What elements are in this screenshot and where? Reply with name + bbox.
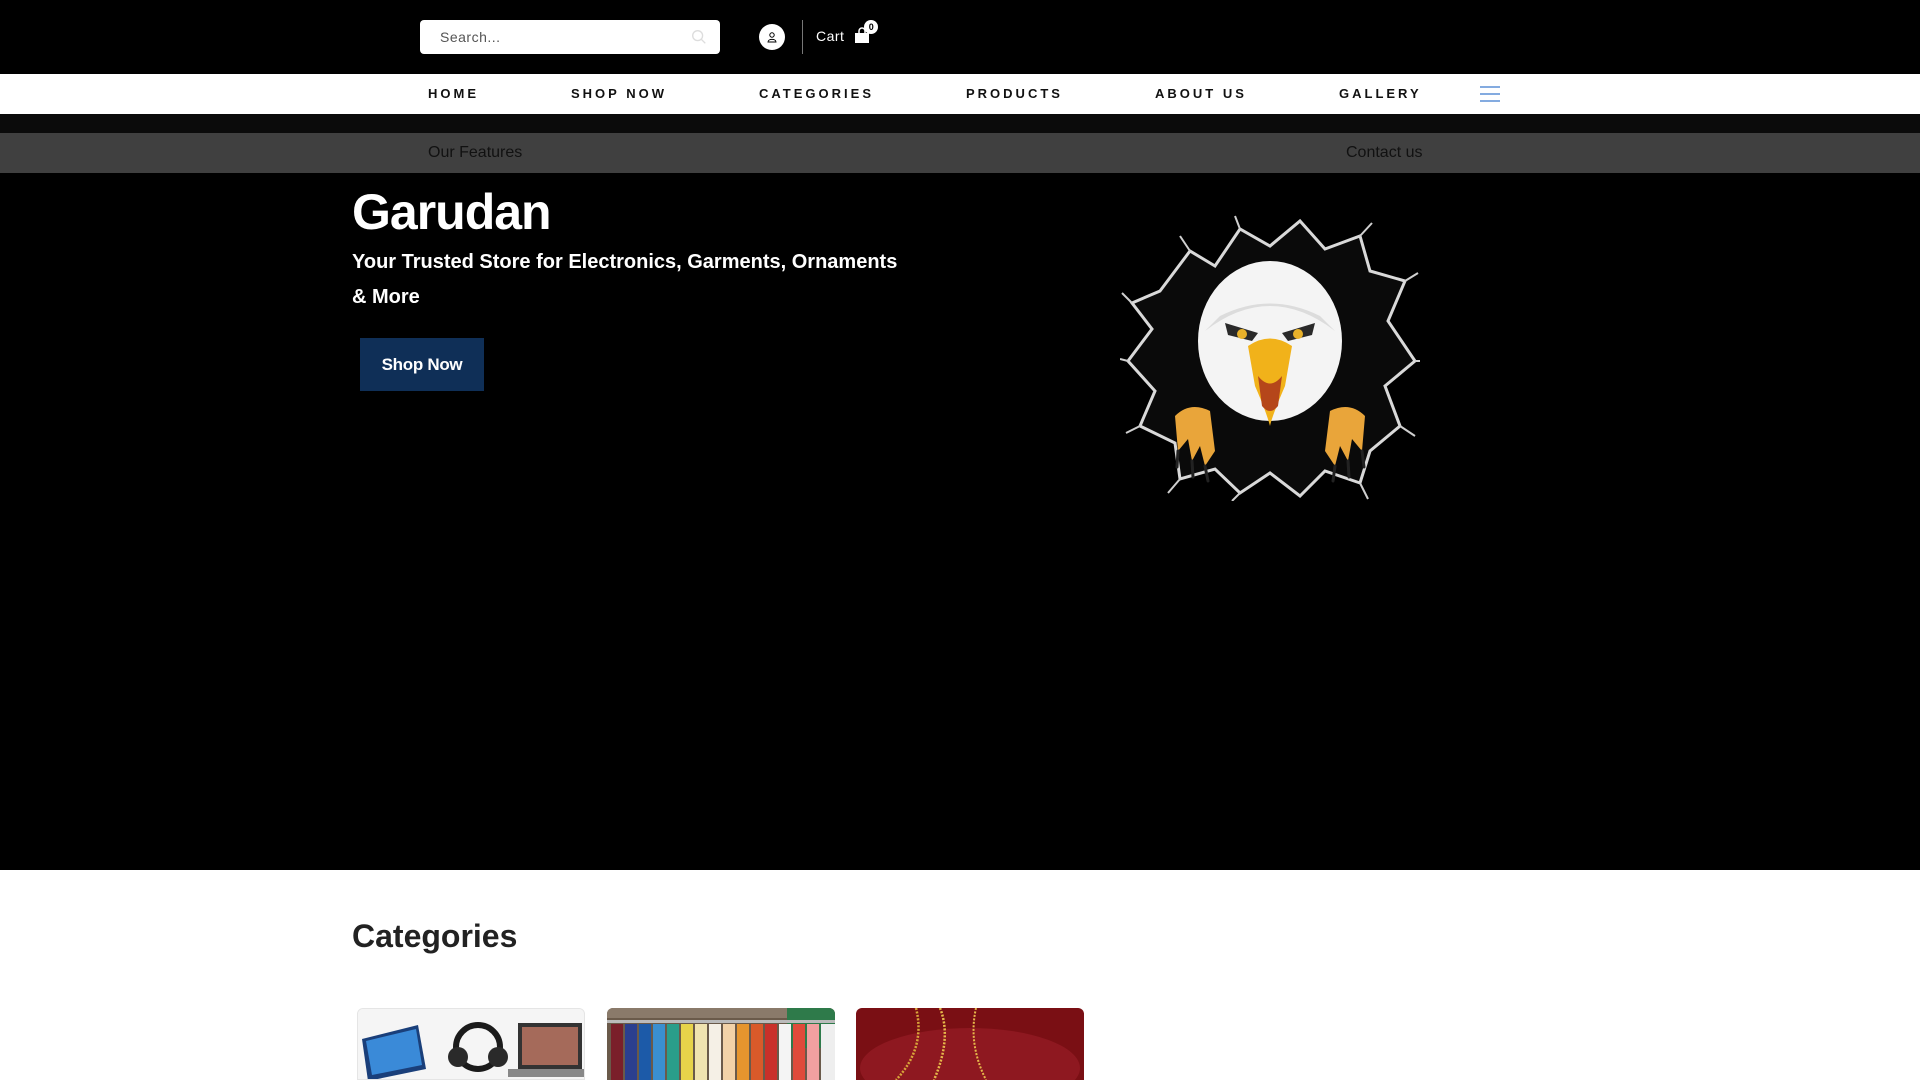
nav-item-categories[interactable]: CATEGORIES	[759, 86, 874, 101]
category-card-ornaments[interactable]	[856, 1008, 1084, 1080]
nav-item-gallery[interactable]: GALLERY	[1339, 86, 1422, 101]
nav-item-about-us[interactable]: ABOUT US	[1155, 86, 1247, 101]
search-icon[interactable]	[690, 28, 708, 46]
secondary-nav: Our Features Contact us	[0, 133, 1920, 173]
nav-item-shop-now[interactable]: SHOP NOW	[571, 86, 667, 101]
user-account-button[interactable]	[759, 24, 785, 50]
user-icon	[767, 32, 777, 43]
cart-count-badge: 0	[864, 20, 879, 34]
topbar-divider	[802, 20, 803, 54]
garments-image	[607, 1008, 835, 1080]
category-card-electronics[interactable]	[357, 1008, 585, 1080]
top-bar: Cart 0	[0, 0, 1920, 74]
hamburger-icon[interactable]	[1480, 85, 1500, 103]
cart-label: Cart	[816, 28, 845, 44]
cart-icon: 0	[852, 20, 879, 46]
eagle-logo	[1120, 215, 1420, 501]
header-band	[0, 114, 1920, 133]
category-card-garments[interactable]	[607, 1008, 835, 1080]
nav-item-home[interactable]: HOME	[428, 86, 479, 101]
hero-subtitle: Your Trusted Store for Electronics, Garm…	[352, 251, 898, 308]
search-box	[420, 20, 720, 54]
our-features-link[interactable]: Our Features	[428, 144, 522, 162]
contact-us-link[interactable]: Contact us	[1346, 144, 1422, 162]
main-nav: HOME SHOP NOW CATEGORIES PRODUCTS ABOUT …	[0, 74, 1920, 114]
ornaments-image	[856, 1008, 1084, 1080]
cart-link[interactable]: Cart 0	[816, 20, 879, 46]
categories-heading: Categories	[352, 918, 518, 954]
nav-item-products[interactable]: PRODUCTS	[966, 86, 1063, 101]
electronics-image	[358, 1009, 584, 1079]
hero-section: Garudan Your Trusted Store for Electroni…	[0, 173, 1920, 870]
search-input[interactable]	[420, 20, 680, 54]
shop-now-button[interactable]: Shop Now	[360, 338, 484, 391]
hero-title: Garudan	[352, 184, 552, 240]
